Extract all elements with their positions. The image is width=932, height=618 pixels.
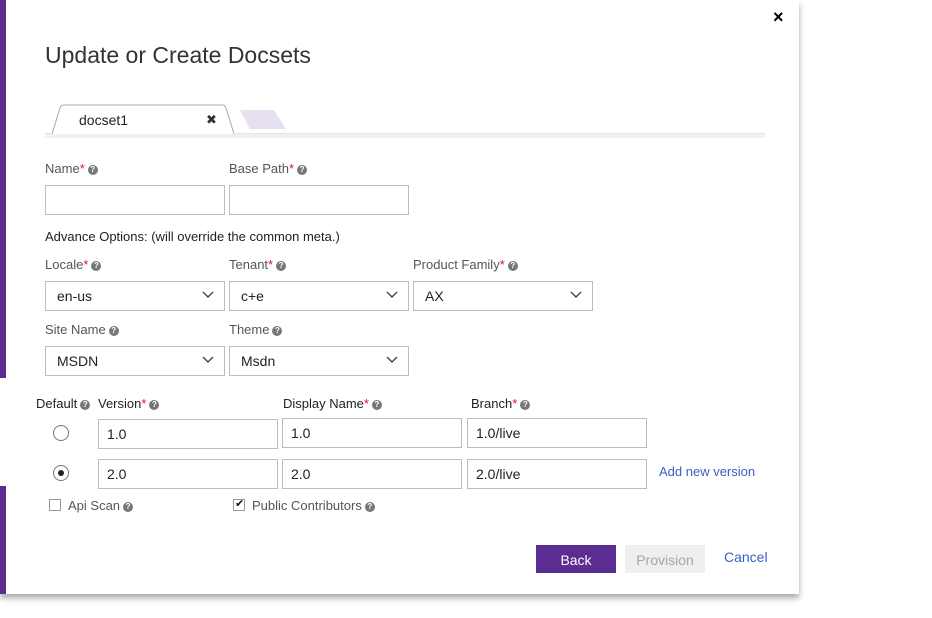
required-mark: * xyxy=(79,161,85,176)
locale-label-text: Locale xyxy=(45,257,84,272)
theme-value: Msdn xyxy=(241,353,276,369)
help-icon[interactable]: ? xyxy=(276,261,287,271)
tab-close-icon[interactable]: ✖ xyxy=(206,112,217,128)
chevron-down-icon xyxy=(386,291,398,298)
tab-label: docset1 xyxy=(79,112,129,128)
chevron-down-icon xyxy=(202,291,214,298)
chevron-down-icon xyxy=(570,291,582,298)
required-mark: * xyxy=(141,396,147,411)
tenant-value: c+e xyxy=(241,288,264,304)
help-icon[interactable]: ? xyxy=(87,165,98,175)
display-name-input[interactable]: 1.0 xyxy=(282,418,462,448)
help-icon[interactable]: ? xyxy=(364,502,375,512)
required-mark: * xyxy=(363,396,369,411)
default-radio[interactable] xyxy=(53,465,69,481)
required-mark: * xyxy=(83,257,89,272)
tab-docset1[interactable]: docset1 ✖ xyxy=(52,104,234,134)
help-icon[interactable]: ? xyxy=(507,261,518,271)
required-mark: * xyxy=(512,396,518,411)
help-icon[interactable]: ? xyxy=(80,400,91,410)
theme-select[interactable]: Msdn xyxy=(229,346,409,376)
version-header: Version*? xyxy=(98,396,160,411)
help-icon[interactable]: ? xyxy=(149,400,160,410)
site-name-select[interactable]: MSDN xyxy=(45,346,225,376)
tenant-label-text: Tenant xyxy=(229,257,269,272)
help-icon[interactable]: ? xyxy=(91,261,102,271)
chevron-down-icon xyxy=(202,356,214,363)
display-name-input[interactable]: 2.0 xyxy=(282,459,462,489)
back-button[interactable]: Back xyxy=(536,545,616,573)
default-header: Default? xyxy=(36,396,91,411)
public-contributors-checkbox[interactable]: ✔ xyxy=(233,498,245,511)
display-name-header: Display Name*? xyxy=(283,396,382,411)
required-mark: * xyxy=(289,161,295,176)
tab-add-new[interactable] xyxy=(240,110,286,129)
name-label-text: Name xyxy=(45,161,80,176)
tab-shape xyxy=(240,110,286,129)
radio-selected-dot xyxy=(58,470,64,476)
advance-options-text: Advance Options: (will override the comm… xyxy=(45,229,340,244)
locale-label: Locale*? xyxy=(45,257,102,272)
add-new-version-link[interactable]: Add new version xyxy=(659,464,755,479)
public-contributors-label-text: Public Contributors xyxy=(252,498,362,513)
name-label: Name*? xyxy=(45,161,98,176)
required-mark: * xyxy=(268,257,274,272)
help-icon[interactable]: ? xyxy=(108,326,119,336)
site-name-label: Site Name? xyxy=(45,322,119,337)
theme-label: Theme? xyxy=(229,322,283,337)
help-icon[interactable]: ? xyxy=(297,165,308,175)
accent-bar xyxy=(0,0,6,378)
tenant-label: Tenant*? xyxy=(229,257,287,272)
product-family-select[interactable]: AX xyxy=(413,281,593,311)
product-family-label: Product Family*? xyxy=(413,257,518,272)
version-input[interactable]: 1.0 xyxy=(98,419,278,449)
cancel-button[interactable]: Cancel xyxy=(724,549,768,565)
site-name-value: MSDN xyxy=(57,353,99,369)
chevron-down-icon xyxy=(386,356,398,363)
public-contributors-label: Public Contributors? xyxy=(252,498,375,513)
close-icon[interactable]: × xyxy=(773,7,784,28)
accent-bar xyxy=(0,486,6,594)
help-icon[interactable]: ? xyxy=(123,502,134,512)
help-icon[interactable]: ? xyxy=(272,326,283,336)
product-family-label-text: Product Family xyxy=(413,257,500,272)
display-name-header-text: Display Name xyxy=(283,396,364,411)
base-path-input[interactable] xyxy=(229,185,409,215)
base-path-label-text: Base Path xyxy=(229,161,289,176)
tenant-select[interactable]: c+e xyxy=(229,281,409,311)
site-name-label-text: Site Name xyxy=(45,322,106,337)
version-input[interactable]: 2.0 xyxy=(98,459,278,489)
locale-select[interactable]: en-us xyxy=(45,281,225,311)
api-scan-label-text: Api Scan xyxy=(68,498,121,513)
branch-header-text: Branch xyxy=(471,396,513,411)
help-icon[interactable]: ? xyxy=(371,400,382,410)
provision-button[interactable]: Provision xyxy=(625,545,705,573)
branch-input[interactable]: 2.0/live xyxy=(467,459,647,489)
dialog-title: Update or Create Docsets xyxy=(45,42,311,68)
default-radio[interactable] xyxy=(53,425,69,441)
api-scan-label: Api Scan? xyxy=(68,498,134,513)
theme-label-text: Theme xyxy=(229,322,270,337)
check-icon: ✔ xyxy=(235,498,245,510)
product-family-value: AX xyxy=(425,288,444,304)
locale-value: en-us xyxy=(57,288,93,304)
name-input[interactable] xyxy=(45,185,225,215)
help-icon[interactable]: ? xyxy=(520,400,531,410)
branch-header: Branch*? xyxy=(471,396,531,411)
branch-input[interactable]: 1.0/live xyxy=(467,418,647,448)
base-path-label: Base Path*? xyxy=(229,161,308,176)
required-mark: * xyxy=(499,257,505,272)
api-scan-checkbox[interactable] xyxy=(49,499,61,511)
version-header-text: Version xyxy=(98,396,142,411)
default-header-text: Default xyxy=(36,396,78,411)
